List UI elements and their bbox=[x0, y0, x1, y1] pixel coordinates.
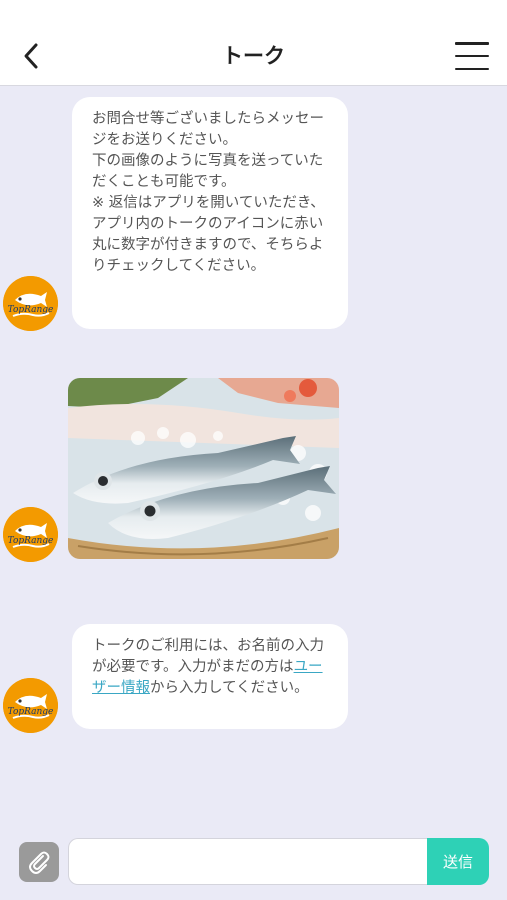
toprange-logo-icon: TopRange bbox=[3, 507, 58, 562]
message-composer: 送信 bbox=[0, 826, 507, 900]
toprange-logo-icon: TopRange bbox=[3, 678, 58, 733]
send-button[interactable]: 送信 bbox=[427, 838, 489, 885]
paperclip-icon bbox=[29, 851, 50, 874]
svg-text:TopRange: TopRange bbox=[8, 536, 54, 546]
message-bubble: お問合せ等ございましたらメッセージをお送りください。 下の画像のように写真を送っ… bbox=[72, 97, 348, 329]
header-bar: トーク bbox=[0, 0, 507, 86]
message-input[interactable] bbox=[68, 838, 428, 885]
fish-on-ice-photo bbox=[68, 378, 339, 559]
svg-text:TopRange: TopRange bbox=[8, 305, 54, 315]
toprange-logo-icon: TopRange bbox=[3, 276, 58, 331]
attach-button[interactable] bbox=[19, 842, 59, 882]
message-bubble: トークのご利用には、お名前の入力が必要です。入力がまだの方はユーザー情報から入力… bbox=[72, 624, 348, 729]
message-text: トークのご利用には、お名前の入力が必要です。入力がまだの方は bbox=[92, 638, 324, 675]
message-text: から入力してください。 bbox=[150, 680, 309, 696]
hamburger-menu-icon[interactable] bbox=[455, 42, 489, 70]
page-title: トーク bbox=[222, 44, 285, 68]
message-image[interactable] bbox=[68, 378, 339, 559]
avatar: TopRange bbox=[3, 276, 58, 331]
avatar: TopRange bbox=[3, 507, 58, 562]
avatar: TopRange bbox=[3, 678, 58, 733]
svg-text:TopRange: TopRange bbox=[8, 707, 54, 717]
